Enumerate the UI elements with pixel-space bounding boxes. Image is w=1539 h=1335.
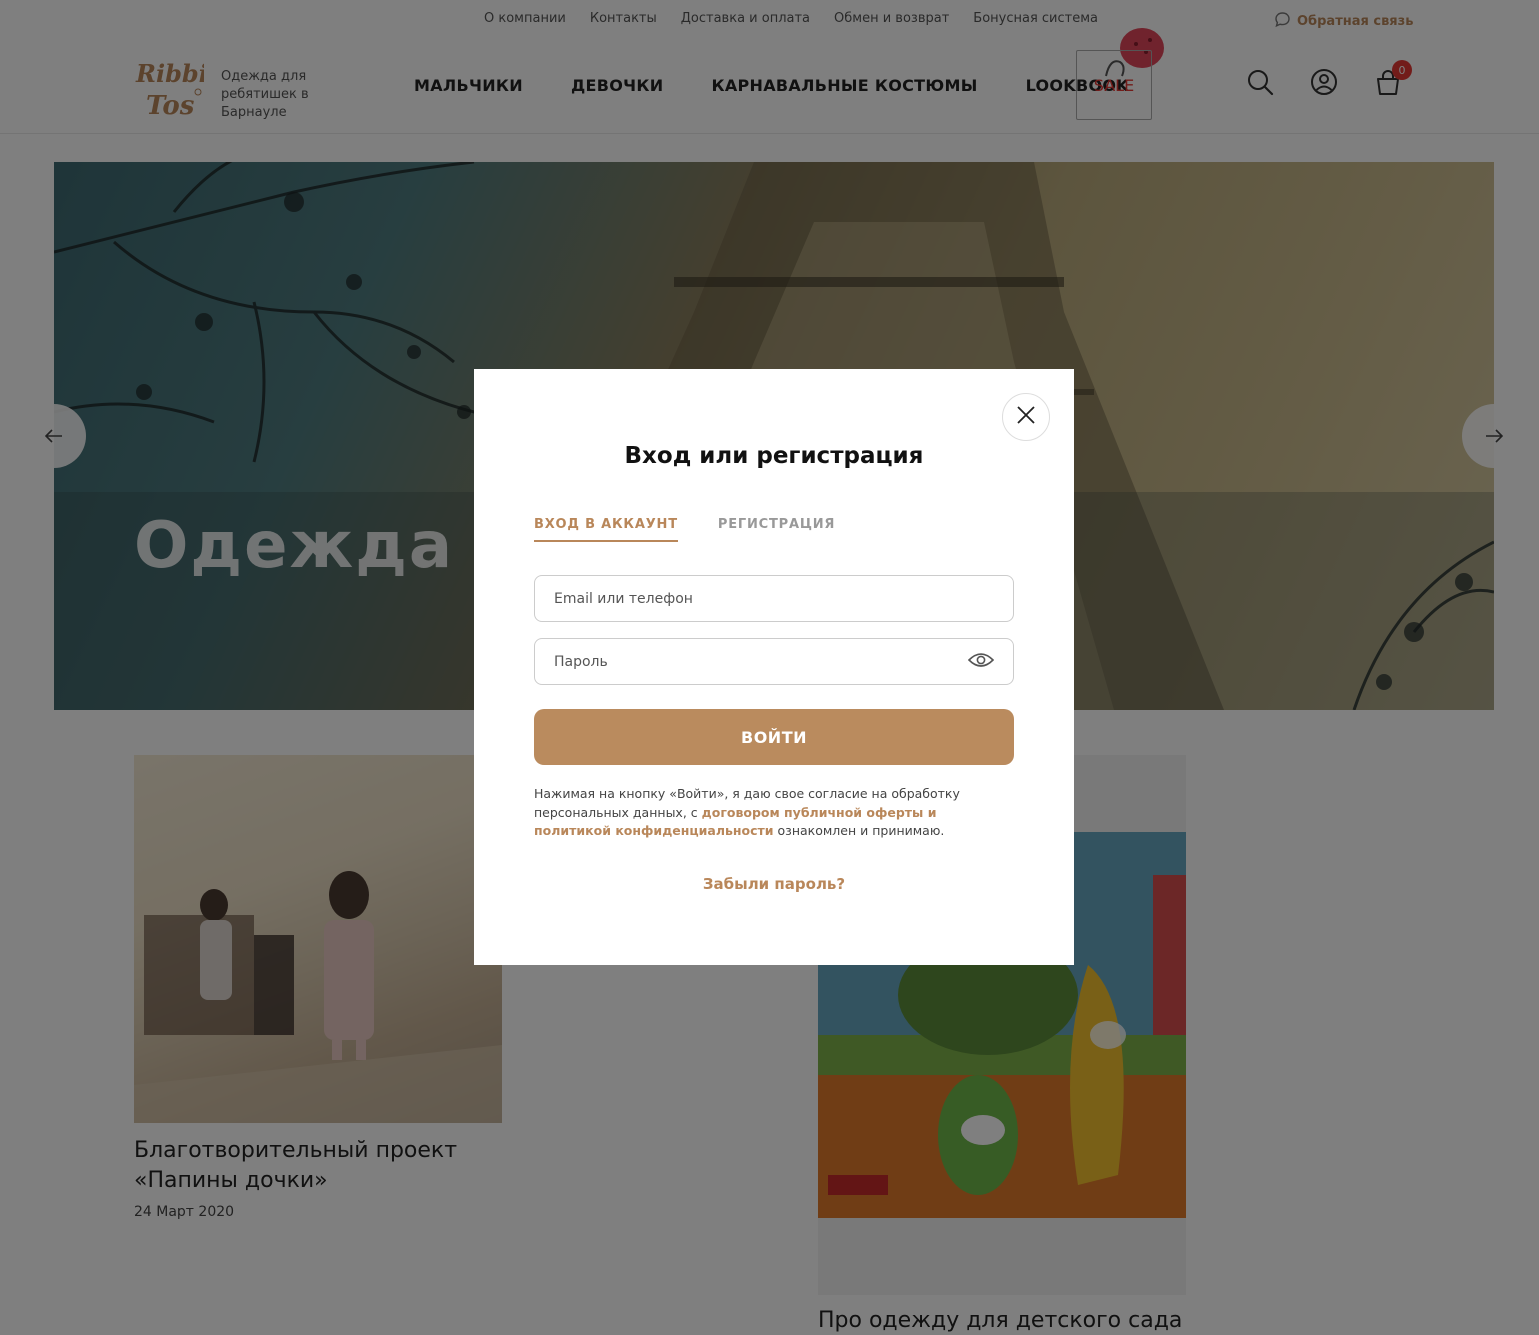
email-input[interactable]: [554, 590, 934, 607]
close-icon: [1017, 406, 1035, 428]
eye-icon[interactable]: [967, 651, 995, 673]
modal-title: Вход или регистрация: [624, 443, 924, 469]
email-field[interactable]: [534, 575, 1014, 622]
password-input[interactable]: [554, 653, 934, 670]
password-field[interactable]: [534, 638, 1014, 685]
page: О компании Контакты Доставка и оплата Об…: [0, 0, 1539, 1335]
login-submit-button[interactable]: ВОЙТИ: [534, 709, 1014, 765]
tab-login[interactable]: ВХОД В АККАУНТ: [534, 517, 678, 542]
consent-suffix: ознакомлен и принимаю.: [773, 823, 945, 838]
consent-text: Нажимая на кнопку «Войти», я даю свое со…: [534, 785, 1004, 841]
close-button[interactable]: [1002, 393, 1050, 441]
auth-tabs: ВХОД В АККАУНТ РЕГИСТРАЦИЯ: [534, 517, 835, 542]
tab-register[interactable]: РЕГИСТРАЦИЯ: [718, 517, 835, 542]
forgot-password-link[interactable]: Забыли пароль?: [474, 875, 1074, 893]
login-modal: Вход или регистрация ВХОД В АККАУНТ РЕГИ…: [474, 369, 1074, 965]
